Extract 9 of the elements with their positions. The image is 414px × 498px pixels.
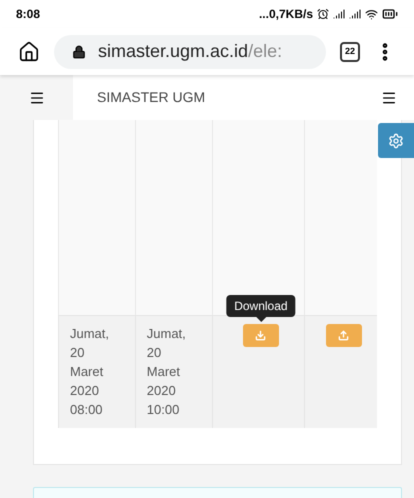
address-bar[interactable]: simaster.ugm.ac.id/ele: — [54, 34, 326, 68]
tooltip: Download — [226, 295, 296, 322]
date-text: Jumat, 20 Maret 2020 08:00 — [70, 325, 110, 419]
app-title: SIMASTER UGM — [96, 88, 206, 107]
tab-count[interactable]: 22 — [340, 42, 360, 62]
clock-time: 8:08 — [16, 6, 40, 23]
network-speed: ...0,7KB/s — [258, 6, 313, 23]
date-text: Jumat, 20 Maret 2020 10:00 — [146, 325, 187, 419]
url-text: simaster.ugm.ac.id/ele: — [98, 40, 282, 63]
